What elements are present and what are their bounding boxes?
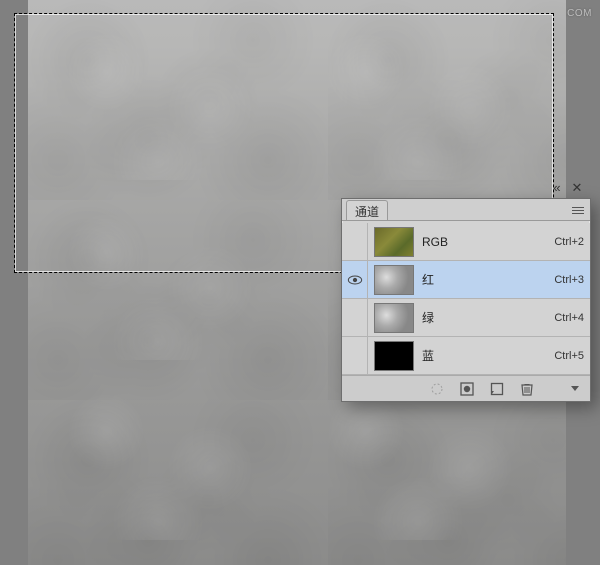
panel-footer: [342, 375, 590, 401]
channel-label: 红: [420, 271, 534, 288]
channel-label: RGB: [420, 235, 534, 249]
visibility-toggle[interactable]: [342, 299, 368, 336]
tab-channels[interactable]: 通道: [346, 200, 388, 220]
channels-panel: « ✕ 通道 RGB Ctrl+2: [341, 198, 591, 402]
channel-thumbnail: [374, 227, 414, 257]
visibility-toggle[interactable]: [342, 223, 368, 260]
visibility-toggle[interactable]: [342, 337, 368, 374]
eye-icon: [347, 274, 363, 286]
channel-list: RGB Ctrl+2 红 Ctrl+3: [342, 221, 590, 375]
channel-shortcut: Ctrl+2: [534, 236, 584, 248]
new-channel-icon[interactable]: [488, 380, 506, 398]
visibility-toggle[interactable]: [342, 261, 368, 298]
channel-label: 绿: [420, 309, 534, 326]
channel-thumbnail: [374, 265, 414, 295]
load-selection-icon[interactable]: [428, 380, 446, 398]
panel-window-controls: « ✕: [550, 181, 584, 197]
channel-row-rgb[interactable]: RGB Ctrl+2: [342, 223, 590, 261]
footer-spacer: [548, 380, 554, 398]
panel-tabbar: 通道: [342, 199, 590, 221]
footer-dropdown-icon[interactable]: [566, 380, 584, 398]
channel-row-red[interactable]: 红 Ctrl+3: [342, 261, 590, 299]
channel-thumbnail: [374, 341, 414, 371]
collapse-left-icon[interactable]: «: [550, 183, 564, 195]
channel-row-blue[interactable]: 蓝 Ctrl+5: [342, 337, 590, 375]
close-panel-icon[interactable]: ✕: [570, 183, 584, 195]
channel-shortcut: Ctrl+4: [534, 312, 584, 324]
channel-row-green[interactable]: 绿 Ctrl+4: [342, 299, 590, 337]
tab-label: 通道: [355, 205, 379, 219]
save-selection-icon[interactable]: [458, 380, 476, 398]
channel-label: 蓝: [420, 347, 534, 364]
app-stage: 思缘设计论坛 WWW.MISSYUAN.COM « ✕ 通道: [0, 0, 600, 565]
channel-thumbnail: [374, 303, 414, 333]
panel-menu-icon[interactable]: [570, 203, 586, 217]
channel-shortcut: Ctrl+5: [534, 350, 584, 362]
delete-channel-icon[interactable]: [518, 380, 536, 398]
channel-shortcut: Ctrl+3: [534, 274, 584, 286]
